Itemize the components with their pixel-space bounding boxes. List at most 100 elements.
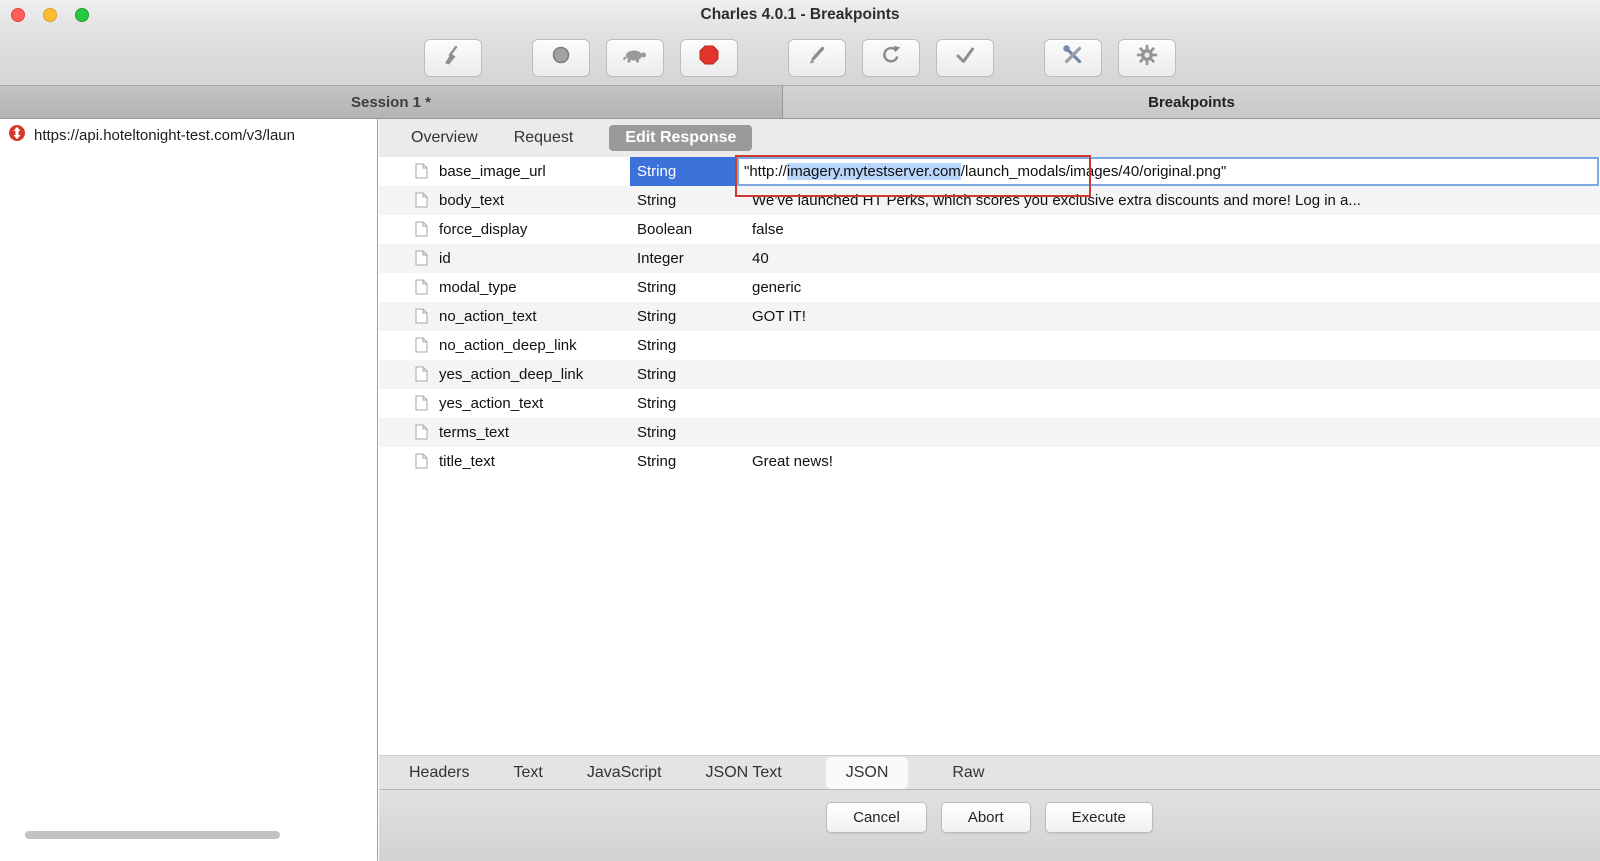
document-icon [415, 424, 428, 444]
row-type: String [637, 308, 677, 325]
session-tab-bar: Session 1 * Breakpoints [0, 86, 1600, 119]
row-type: String [637, 366, 677, 383]
tab-json-text[interactable]: JSON Text [706, 764, 782, 782]
table-row[interactable]: title_text String Great news! [379, 447, 1600, 476]
settings-button[interactable] [1118, 38, 1176, 77]
document-icon [415, 453, 428, 473]
document-icon [415, 395, 428, 415]
tab-text[interactable]: Text [513, 764, 542, 782]
table-row[interactable]: yes_action_text String [379, 389, 1600, 418]
table-row[interactable]: id Integer 40 [379, 244, 1600, 273]
document-icon [415, 366, 428, 386]
table-row[interactable]: base_image_url String "http://imagery.my… [379, 157, 1600, 186]
cancel-button[interactable]: Cancel [826, 802, 927, 833]
table-row[interactable]: no_action_deep_link String [379, 331, 1600, 360]
value-edit-field[interactable]: "http://imagery.mytestserver.com/launch_… [737, 157, 1599, 186]
editor-panel: Overview Request Edit Response base_imag… [379, 119, 1600, 861]
row-type: String [637, 453, 677, 470]
action-bar: Cancel Abort Execute [379, 789, 1600, 861]
document-icon [415, 163, 428, 183]
tab-breakpoints[interactable]: Breakpoints [783, 86, 1600, 118]
row-type: String [637, 279, 677, 296]
document-icon [415, 221, 428, 241]
horizontal-scrollbar-thumb[interactable] [25, 831, 280, 839]
row-type: Integer [637, 250, 684, 267]
record-icon [550, 44, 572, 71]
document-icon [415, 337, 428, 357]
table-row[interactable]: body_text String We’ve launched HT Perks… [379, 186, 1600, 215]
refresh-icon [880, 44, 902, 71]
row-name: force_display [439, 221, 528, 238]
row-name: modal_type [439, 279, 517, 296]
tools-button[interactable] [1044, 38, 1102, 77]
table-row[interactable]: no_action_text String GOT IT! [379, 302, 1600, 331]
record-button[interactable] [532, 38, 590, 77]
row-name: title_text [439, 453, 495, 470]
pencil-icon [806, 44, 828, 71]
breakpoints-button[interactable] [680, 38, 738, 77]
tab-overview[interactable]: Overview [411, 129, 478, 147]
execute-button[interactable]: Execute [1044, 802, 1153, 833]
table-row[interactable]: terms_text String [379, 418, 1600, 447]
editor-tab-bar: Overview Request Edit Response [379, 119, 1600, 157]
selected-text: imagery.mytestserver.com [786, 163, 961, 180]
table-row[interactable]: force_display Boolean false [379, 215, 1600, 244]
row-name: yes_action_deep_link [439, 366, 584, 383]
value-prefix: "http:// [744, 163, 787, 180]
row-value: GOT IT! [752, 308, 806, 325]
tab-request[interactable]: Request [514, 129, 574, 147]
tab-edit-response[interactable]: Edit Response [609, 125, 753, 151]
row-value: We’ve launched HT Perks, which scores yo… [752, 192, 1361, 209]
json-tree-table: base_image_url String "http://imagery.my… [379, 157, 1600, 476]
throttle-button[interactable] [606, 38, 664, 77]
breakpoint-list-panel: https://api.hoteltonight-test.com/v3/lau… [0, 119, 378, 861]
row-type: String [637, 395, 677, 412]
row-name: base_image_url [439, 163, 546, 180]
row-name: terms_text [439, 424, 510, 441]
value-suffix: /launch_modals/images/40/original.png" [960, 163, 1227, 180]
gear-icon [1136, 44, 1158, 71]
repeat-button[interactable] [862, 38, 920, 77]
row-value: Great news! [752, 453, 833, 470]
row-value: false [752, 221, 784, 238]
document-icon [415, 279, 428, 299]
charles-window: Charles 4.0.1 - Breakpoints Session 1 * … [0, 0, 1600, 861]
row-name: no_action_text [439, 308, 537, 325]
row-type: Boolean [637, 221, 693, 238]
row-name: id [439, 250, 451, 267]
tools-icon [1062, 44, 1084, 71]
toolbar [0, 30, 1600, 86]
row-value: 40 [752, 250, 769, 267]
window-title: Charles 4.0.1 - Breakpoints [700, 6, 900, 23]
row-name: no_action_deep_link [439, 337, 577, 354]
turtle-icon [622, 45, 648, 70]
check-icon [954, 44, 976, 71]
breakpoint-url-icon [8, 124, 26, 146]
clear-session-button[interactable] [424, 38, 482, 77]
document-icon [415, 192, 428, 212]
tab-javascript[interactable]: JavaScript [587, 764, 662, 782]
row-value: generic [752, 279, 802, 296]
tab-headers[interactable]: Headers [409, 764, 469, 782]
tab-session-1[interactable]: Session 1 * [0, 86, 783, 118]
row-type: String [630, 157, 737, 186]
document-icon [415, 308, 428, 328]
compose-button[interactable] [788, 38, 846, 77]
response-view-tab-bar: Headers Text JavaScript JSON Text JSON R… [379, 755, 1600, 789]
stop-octagon-icon [698, 44, 720, 71]
table-row[interactable]: yes_action_deep_link String [379, 360, 1600, 389]
validate-button[interactable] [936, 38, 994, 77]
table-row[interactable]: modal_type String generic [379, 273, 1600, 302]
row-type: String [637, 337, 677, 354]
tab-json[interactable]: JSON [825, 756, 909, 789]
broom-icon [442, 44, 464, 71]
row-name: body_text [439, 192, 505, 209]
tab-raw[interactable]: Raw [952, 764, 984, 782]
breakpoint-list-item[interactable]: https://api.hoteltonight-test.com/v3/lau… [0, 119, 377, 151]
row-name: yes_action_text [439, 395, 544, 412]
title-bar: Charles 4.0.1 - Breakpoints [0, 0, 1600, 30]
breakpoint-url: https://api.hoteltonight-test.com/v3/lau… [34, 126, 295, 144]
abort-button[interactable]: Abort [940, 802, 1031, 833]
row-type: String [637, 192, 677, 209]
row-type: String [637, 424, 677, 441]
